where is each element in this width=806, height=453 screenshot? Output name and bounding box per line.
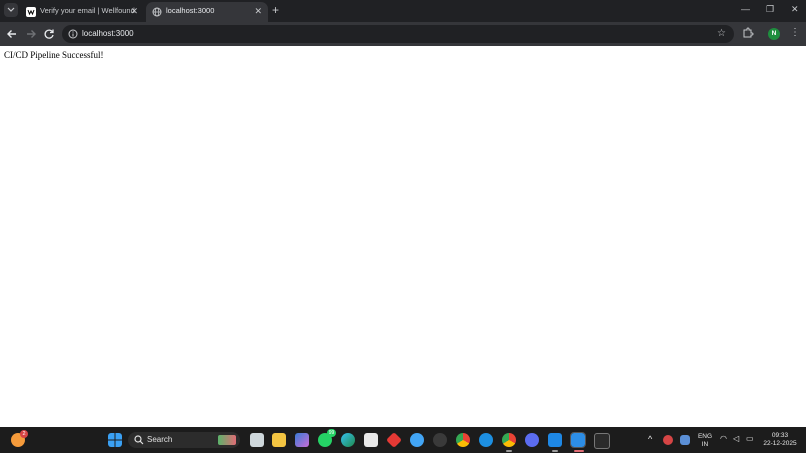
close-icon[interactable]: ✕ — [254, 6, 262, 16]
taskbar: 2 Search 99 ^ ENG IN ◠ ◁ ▭ 09:33 22-12-2… — [0, 427, 806, 453]
reload-icon[interactable] — [42, 27, 56, 41]
new-tab-button[interactable]: + — [272, 4, 279, 16]
globe-icon — [152, 7, 162, 17]
language-indicator[interactable]: ENG IN — [696, 433, 714, 449]
volume-icon[interactable]: ◁ — [733, 434, 739, 443]
search-icon — [134, 435, 144, 445]
address-text: localhost:3000 — [82, 29, 134, 38]
minimize-icon[interactable]: — — [741, 3, 750, 15]
page-message: CI/CD Pipeline Successful! — [4, 50, 104, 60]
clock-date: 22-12-2025 — [763, 440, 797, 447]
tab-search-button[interactable] — [4, 3, 18, 17]
copilot-icon[interactable] — [295, 433, 309, 447]
terminal-icon[interactable] — [594, 433, 610, 449]
region-label: IN — [701, 441, 709, 448]
task-view-icon[interactable] — [250, 433, 264, 447]
search-label: Search — [147, 435, 173, 444]
widget-badge: 2 — [20, 430, 28, 438]
edge-icon[interactable] — [341, 433, 355, 447]
close-window-icon[interactable]: ✕ — [791, 3, 799, 15]
app-red-diamond-icon[interactable] — [386, 432, 402, 448]
clock-time: 09:33 — [771, 432, 789, 439]
app-feather-icon[interactable] — [410, 433, 424, 447]
running-indicator — [552, 450, 558, 452]
tray-app-icon[interactable] — [663, 435, 673, 445]
site-info-icon[interactable] — [68, 29, 78, 39]
tab-localhost[interactable]: localhost:3000 ✕ — [146, 2, 268, 22]
tab-wellfound[interactable]: Verify your email | Wellfound ✕ — [20, 2, 144, 22]
docker-icon[interactable] — [479, 433, 493, 447]
close-icon[interactable]: ✕ — [130, 6, 138, 16]
chevron-down-icon — [7, 7, 15, 12]
taskbar-search[interactable]: Search — [128, 432, 240, 448]
profile-avatar[interactable]: N — [768, 28, 780, 40]
docker-desktop-active-icon[interactable] — [570, 432, 586, 448]
browser-tab-strip: Verify your email | Wellfound ✕ localhos… — [0, 0, 806, 22]
bookmark-star-icon[interactable]: ☆ — [717, 28, 726, 40]
wifi-icon[interactable]: ◠ — [720, 434, 727, 443]
extensions-puzzle-icon[interactable] — [742, 27, 754, 39]
clock[interactable]: 09:33 22-12-2025 — [760, 432, 800, 448]
chrome-active-icon[interactable] — [502, 433, 516, 447]
address-bar[interactable]: localhost:3000 ☆ — [62, 25, 734, 43]
browser-toolbar: localhost:3000 ☆ N ⋮ — [0, 22, 806, 46]
tray-sync-icon[interactable] — [680, 435, 690, 445]
chrome-icon[interactable] — [456, 433, 470, 447]
tab-title: Verify your email | Wellfound — [40, 6, 135, 15]
whatsapp-badge: 99 — [327, 429, 336, 437]
wellfound-favicon-icon — [26, 7, 36, 17]
back-arrow-icon[interactable] — [5, 27, 19, 41]
vscode-icon[interactable] — [548, 433, 562, 447]
settings-gear-icon[interactable] — [433, 433, 447, 447]
forward-arrow-icon[interactable] — [24, 27, 38, 41]
search-highlight-icon — [218, 435, 236, 445]
app-blue-orb-icon[interactable] — [525, 433, 539, 447]
battery-icon[interactable]: ▭ — [746, 434, 754, 443]
running-indicator — [574, 450, 584, 452]
page-content: CI/CD Pipeline Successful! — [0, 46, 806, 427]
weather-widget-icon[interactable]: 2 — [11, 430, 28, 447]
language-label: ENG — [697, 433, 713, 440]
restore-icon[interactable]: ❐ — [766, 3, 774, 15]
menu-kebab-icon[interactable]: ⋮ — [790, 27, 800, 39]
running-indicator — [506, 450, 512, 452]
tab-title: localhost:3000 — [166, 6, 215, 15]
microsoft-store-icon[interactable] — [364, 433, 378, 447]
chevron-up-icon[interactable]: ^ — [648, 434, 652, 444]
windows-start-icon[interactable] — [108, 433, 122, 447]
whatsapp-icon[interactable]: 99 — [318, 429, 336, 447]
file-explorer-icon[interactable] — [272, 433, 286, 447]
